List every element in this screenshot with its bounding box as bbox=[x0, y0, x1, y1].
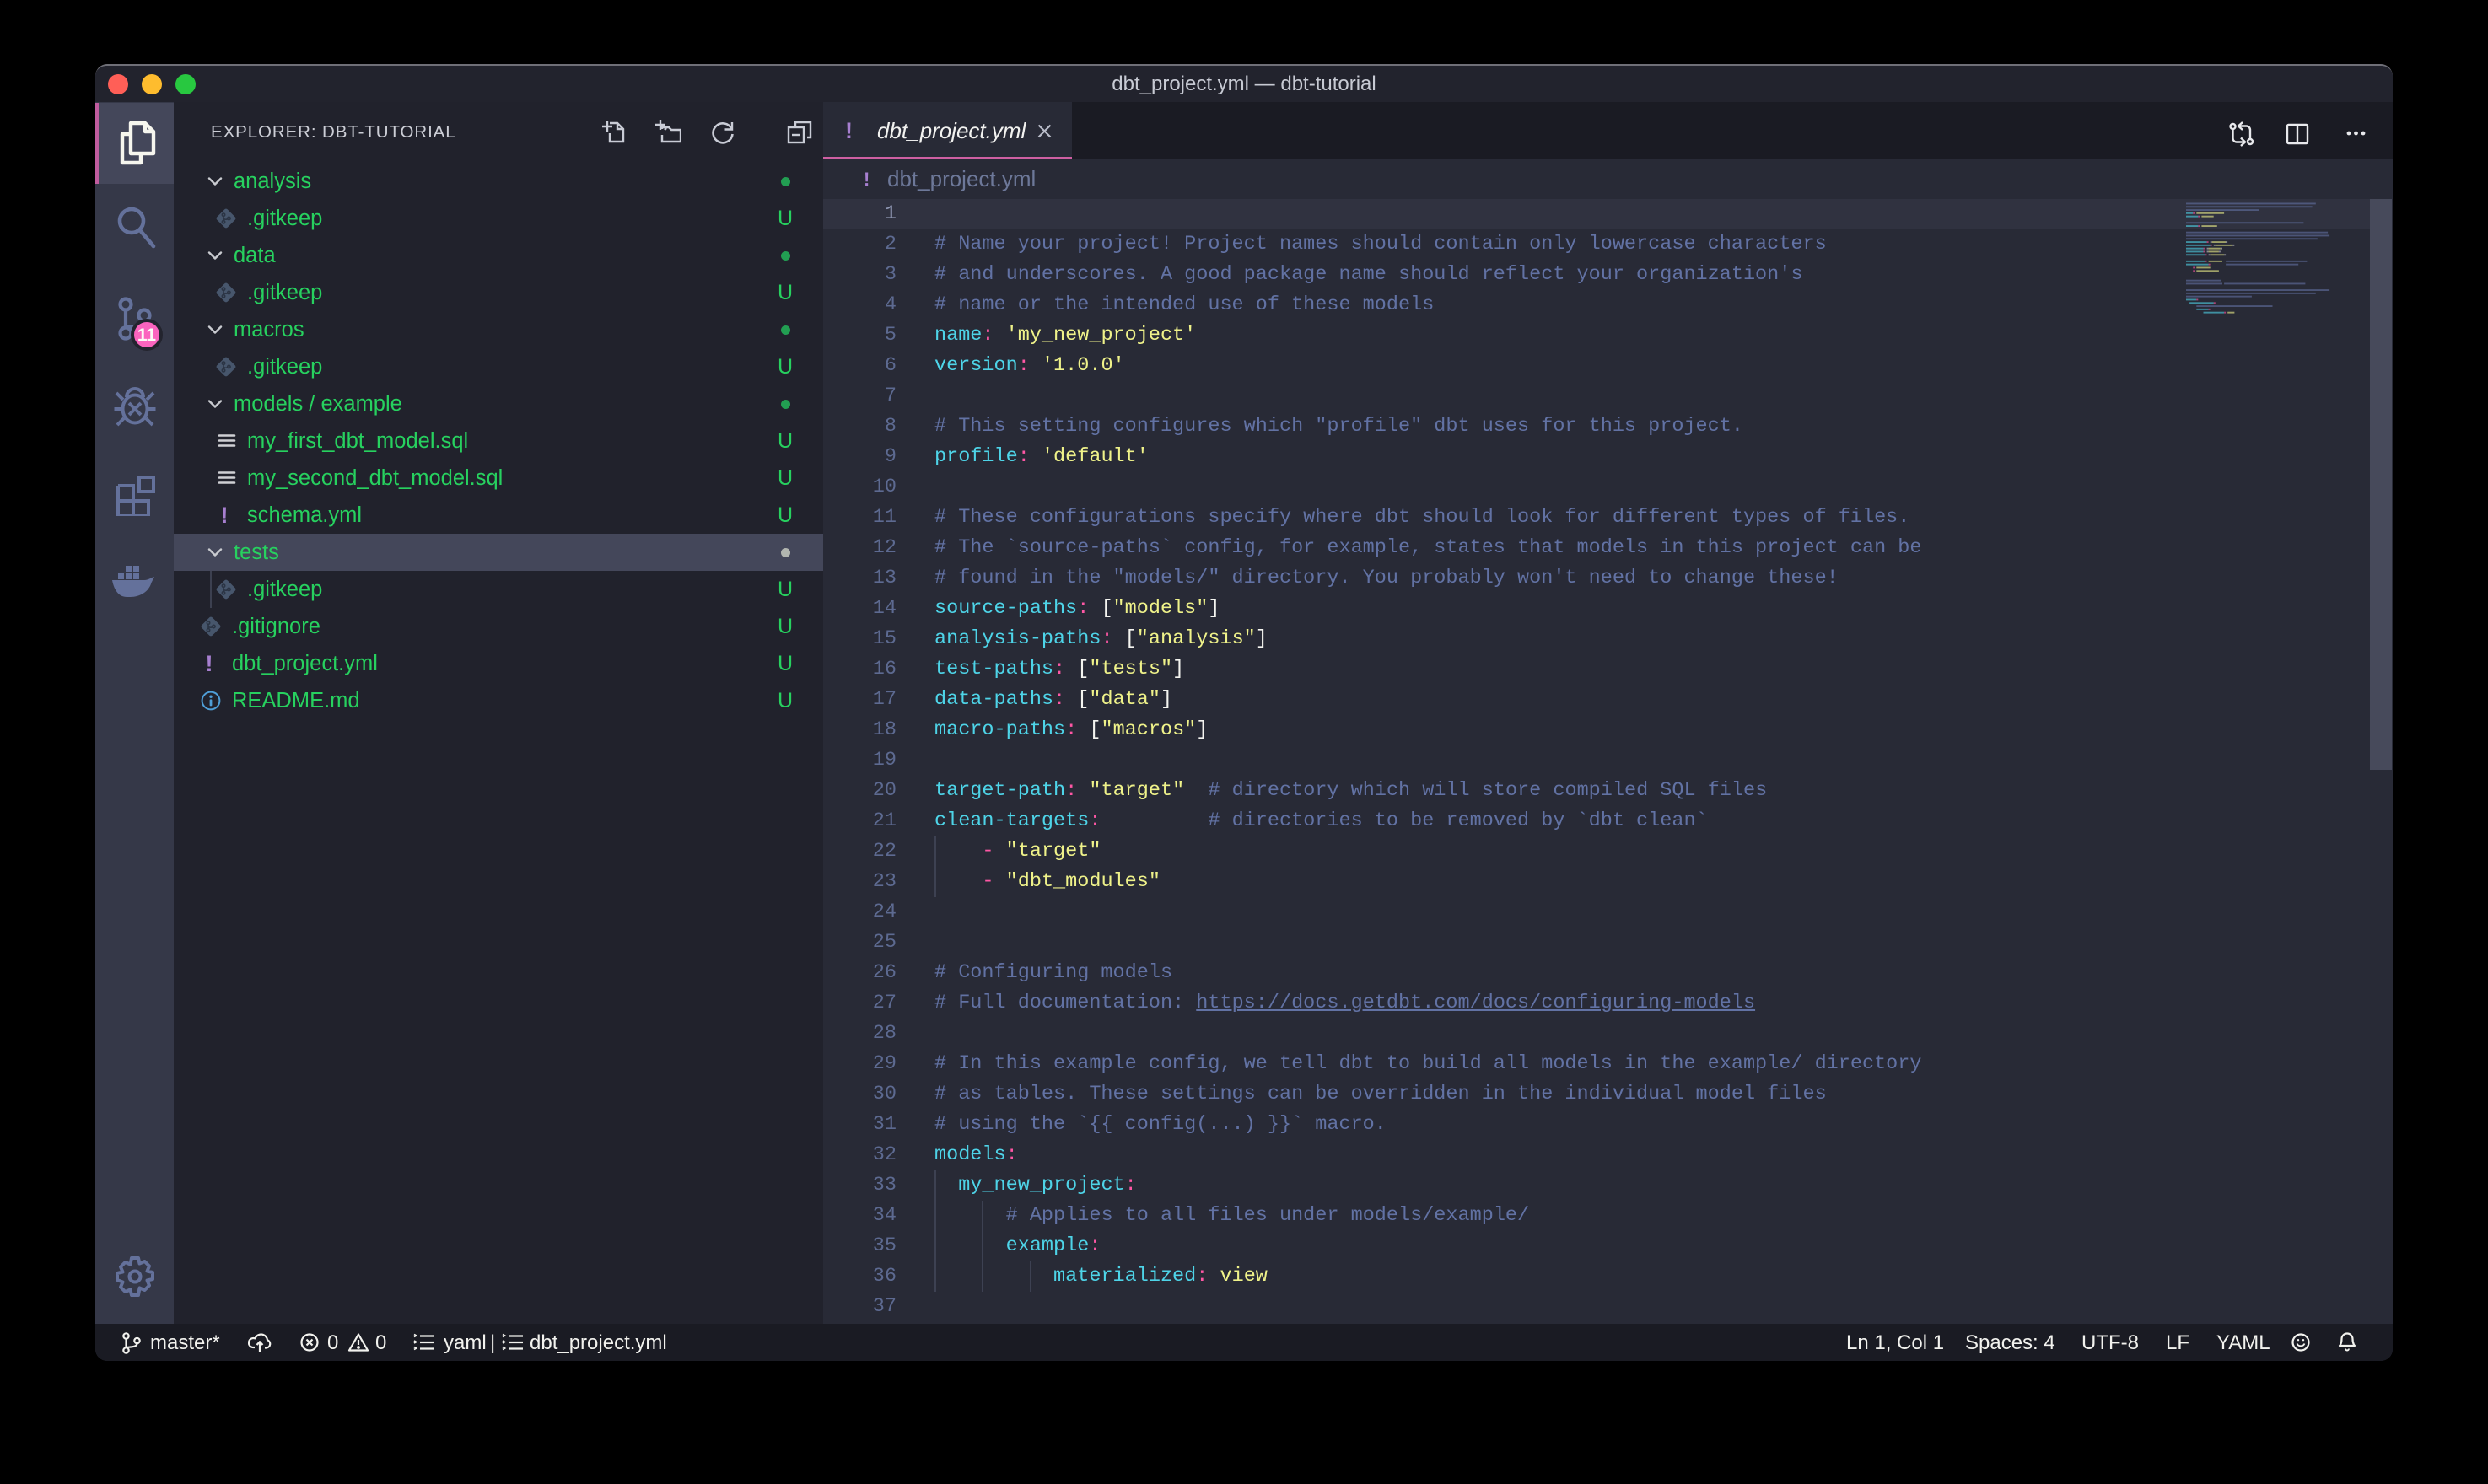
svg-text:11: 11 bbox=[137, 325, 157, 345]
